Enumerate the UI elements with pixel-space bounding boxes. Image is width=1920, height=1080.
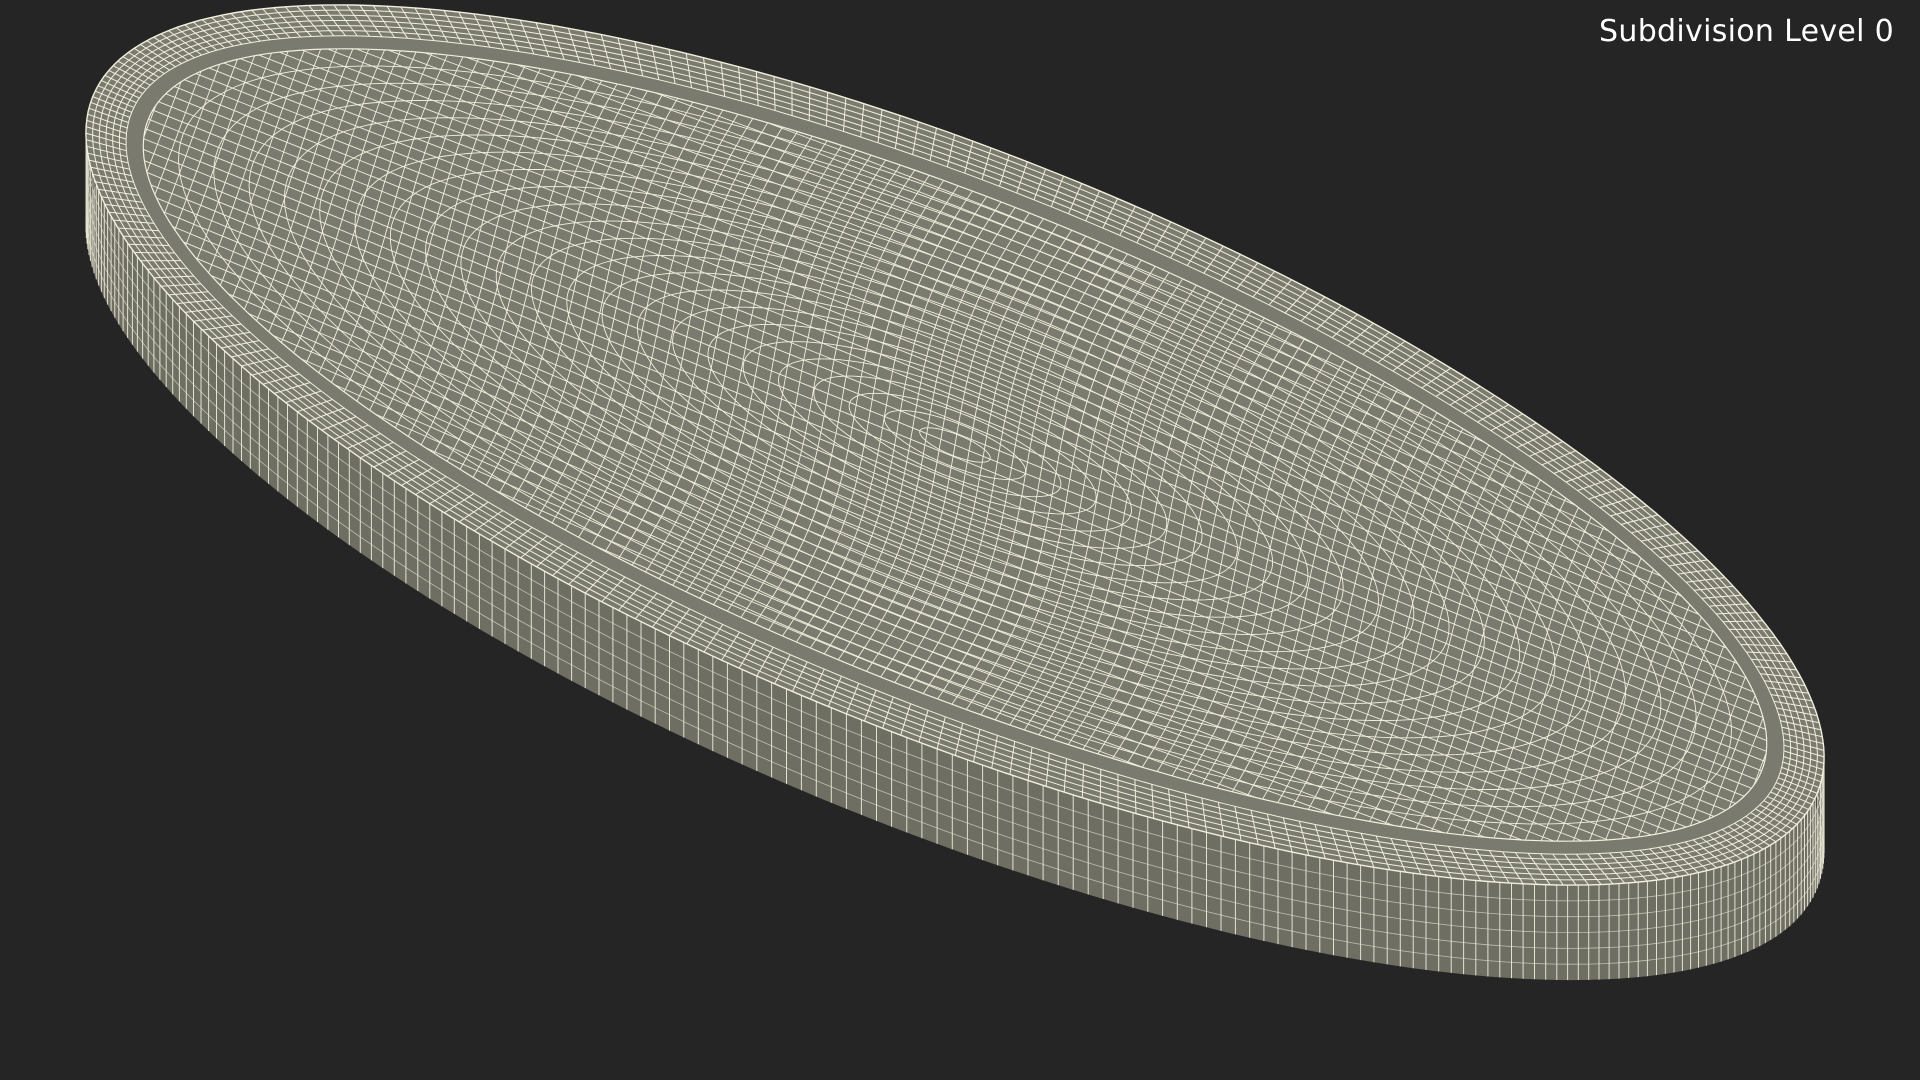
wireframe-tray-model <box>85 4 1825 981</box>
3d-viewport[interactable]: Subdivision Level 0 <box>0 0 1920 1080</box>
